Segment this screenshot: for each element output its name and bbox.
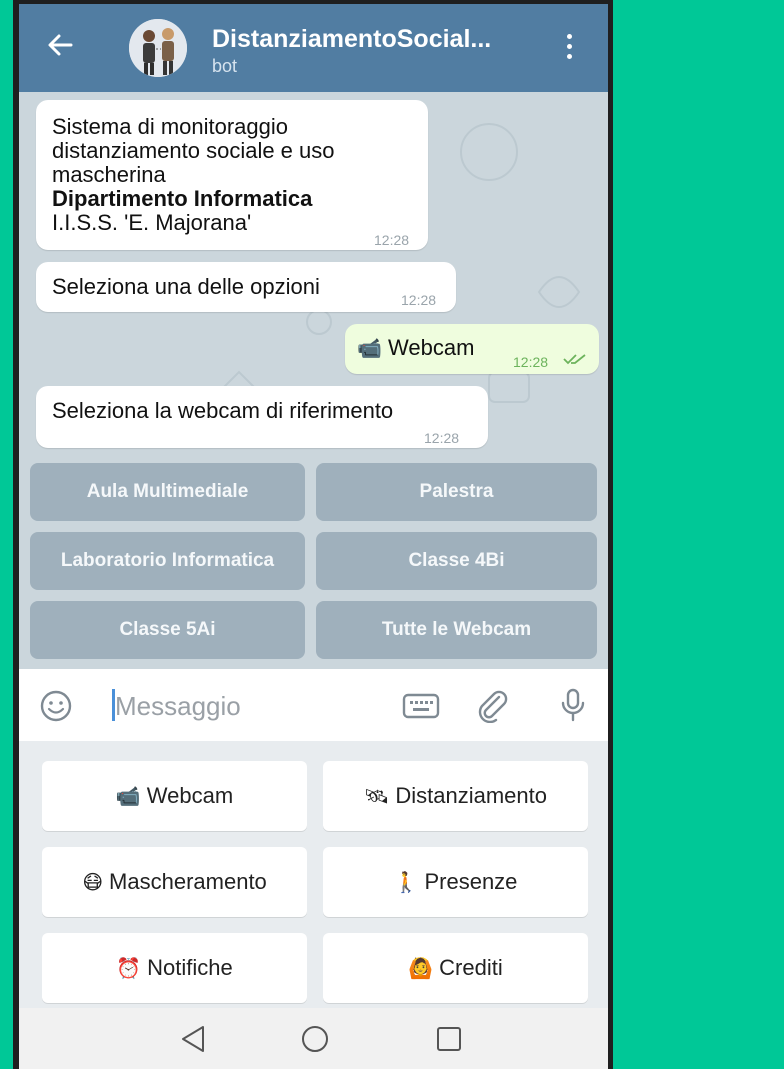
reply-button-webcam[interactable]: 📹 Webcam [42,761,307,831]
message-line-bold: Dipartimento Informatica [52,186,313,211]
keyboard-icon[interactable] [402,691,440,721]
chat-title[interactable]: DistanziamentoSocial... [212,25,491,54]
inline-button-laboratorio-informatica[interactable]: Laboratorio Informatica [30,532,305,590]
walking-person-icon: 🚶 [393,871,419,894]
reply-keyboard: 📹 Webcam 🛰 Distanziamento 😷 Mascherament… [19,741,608,1008]
telegram-screen: DistanziamentoSocial... bot Sistema di m… [19,4,608,1069]
message-time: 12:28 [424,430,460,446]
reply-button-mascheramento[interactable]: 😷 Mascheramento [42,847,307,917]
reply-button-presenze[interactable]: 🚶 Presenze [323,847,588,917]
reply-button-crediti[interactable]: 🙆 Crediti [323,933,588,1003]
outgoing-message[interactable]: 📹 Webcam 12:28 [345,324,599,374]
nav-recents-icon[interactable] [435,1024,463,1054]
android-navigation-bar [19,1008,608,1069]
nav-back-icon[interactable] [179,1024,207,1054]
bot-avatar[interactable] [129,19,187,77]
webcam-emoji-icon: 📹 [357,338,382,360]
message-input[interactable]: Messaggio [115,691,241,722]
phone-frame: DistanziamentoSocial... bot Sistema di m… [13,0,613,1069]
webcam-icon: 📹 [115,785,141,808]
message-text: Seleziona una delle opzioni [52,274,320,299]
reply-button-label: Notifiche [147,955,233,980]
chat-header: DistanziamentoSocial... bot [19,4,608,92]
message-time: 12:28 [513,354,549,370]
inline-button-aula-multimediale[interactable]: Aula Multimediale [30,463,305,521]
reply-button-label: Distanziamento [395,783,548,808]
back-arrow-icon[interactable] [45,30,75,60]
reply-button-distanziamento[interactable]: 🛰 Distanziamento [323,761,588,831]
message-text: Seleziona la webcam di riferimento [52,398,394,423]
microphone-icon[interactable] [559,687,587,723]
reply-button-label: Mascheramento [109,869,267,894]
message-time: 12:28 [374,232,410,248]
reply-button-label: Webcam [146,783,234,808]
message-line: mascherina [52,162,166,187]
emoji-icon[interactable] [39,689,73,723]
more-options-icon[interactable] [565,34,573,66]
incoming-message[interactable]: Seleziona una delle opzioni 12:28 [36,262,456,312]
message-line: Sistema di monitoraggio [52,114,289,139]
inline-button-palestra[interactable]: Palestra [316,463,597,521]
reply-button-notifiche[interactable]: ⏰ Notifiche [42,933,307,1003]
reply-button-label: Crediti [439,955,503,980]
incoming-message[interactable]: Seleziona la webcam di riferimento 12:28 [36,386,488,448]
message-list[interactable]: Sistema di monitoraggio distanziamento s… [19,92,608,669]
attach-icon[interactable] [477,689,509,723]
mask-face-icon: 😷 [82,871,104,894]
incoming-message[interactable]: Sistema di monitoraggio distanziamento s… [36,100,428,250]
inline-button-classe-4bi[interactable]: Classe 4Bi [316,532,597,590]
message-line: I.I.S.S. 'E. Majorana' [52,210,252,235]
message-time: 12:28 [401,292,437,308]
inline-button-classe-5ai[interactable]: Classe 5Ai [30,601,305,659]
message-input-bar: Messaggio [19,669,608,741]
message-text: Webcam [388,335,475,360]
alarm-clock-icon: ⏰ [116,957,142,980]
person-gesturing-icon: 🙆 [408,957,434,980]
chat-subtitle: bot [212,56,238,76]
reply-button-label: Presenze [424,869,518,894]
nav-home-icon[interactable] [300,1024,330,1054]
double-check-icon [563,354,586,365]
message-line: distanziamento sociale e uso [52,138,335,163]
inline-button-tutte-le-webcam[interactable]: Tutte le Webcam [316,601,597,659]
satellite-icon: 🛰 [363,785,390,808]
